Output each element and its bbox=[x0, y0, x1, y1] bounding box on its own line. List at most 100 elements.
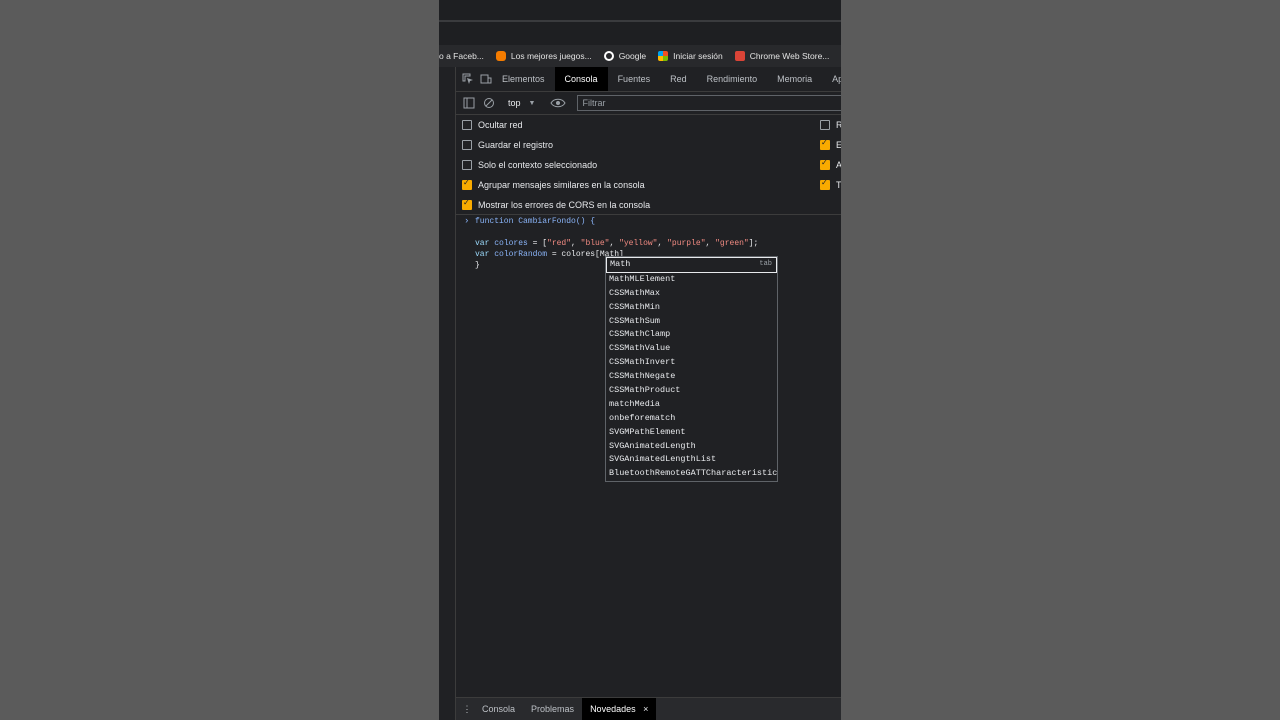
drawer-tabs: ⋮ Consola Problemas Novedades × bbox=[456, 697, 841, 720]
setting-label: R bbox=[836, 120, 841, 130]
autocomplete-item[interactable]: CSSMathClamp bbox=[606, 328, 777, 342]
setting-label: E bbox=[836, 140, 841, 150]
autocomplete-item[interactable]: CSSMathValue bbox=[606, 342, 777, 356]
code-string: "red" bbox=[547, 239, 572, 248]
bookmark-chrome-web-store[interactable]: Chrome Web Store... bbox=[734, 51, 830, 61]
code-line-colores: var colores = ["red", "blue", "yellow", … bbox=[475, 239, 759, 248]
drawer-tab-novedades[interactable]: Novedades × bbox=[582, 698, 657, 720]
autocomplete-item[interactable]: onbeforematch bbox=[606, 412, 777, 426]
drawer-tab-consola[interactable]: Consola bbox=[474, 698, 523, 720]
bookmark-iniciar-sesion[interactable]: Iniciar sesión bbox=[658, 51, 723, 61]
context-selector[interactable]: top ▼ bbox=[508, 98, 535, 108]
autocomplete-item[interactable]: MathMLElement bbox=[606, 273, 777, 287]
checkbox[interactable] bbox=[820, 138, 830, 150]
browser-top-area bbox=[439, 0, 841, 45]
autocomplete-item[interactable]: SVGAnimatedLength bbox=[606, 440, 777, 454]
tab-consola[interactable]: Consola bbox=[554, 67, 608, 91]
phone-screen: o a Faceb... Los mejores juegos... Googl… bbox=[439, 0, 841, 720]
eye-icon[interactable] bbox=[549, 96, 567, 110]
code-keyword: var bbox=[475, 250, 490, 259]
code-string: "purple" bbox=[667, 239, 706, 248]
code-string: "green" bbox=[715, 239, 749, 248]
device-toolbar-icon[interactable] bbox=[480, 72, 492, 86]
code-line-function: function CambiarFondo() { bbox=[475, 217, 596, 226]
tab-rendimiento[interactable]: Rendimiento bbox=[697, 67, 768, 91]
checkbox[interactable] bbox=[820, 120, 830, 130]
setting-right-1[interactable]: R bbox=[820, 120, 841, 130]
checkbox[interactable] bbox=[462, 140, 472, 150]
autocomplete-item[interactable]: BluetoothRemoteGATTCharacteristic bbox=[606, 467, 777, 481]
code-string: "yellow" bbox=[619, 239, 658, 248]
devtools-panel: Elementos Consola Fuentes Red Rendimient… bbox=[455, 67, 841, 720]
autocomplete-item-label: Math bbox=[610, 259, 631, 269]
close-icon[interactable]: × bbox=[643, 704, 648, 714]
bookmark-label: Los mejores juegos... bbox=[510, 51, 592, 61]
background-right bbox=[841, 0, 1280, 720]
clear-console-icon[interactable] bbox=[482, 96, 496, 110]
autocomplete-item[interactable]: SVGMPathElement bbox=[606, 426, 777, 440]
tab-red[interactable]: Red bbox=[660, 67, 697, 91]
autocomplete-dropdown: Math tab MathMLElement CSSMathMax CSSMat… bbox=[605, 256, 778, 483]
checkbox[interactable] bbox=[462, 160, 472, 170]
google-icon bbox=[603, 51, 614, 61]
inspect-element-icon[interactable] bbox=[462, 72, 474, 86]
checkbox[interactable] bbox=[820, 178, 830, 190]
setting-guardar-registro[interactable]: Guardar el registro bbox=[462, 140, 553, 150]
chrome-web-store-icon bbox=[734, 51, 745, 61]
bookmark-label: Iniciar sesión bbox=[673, 51, 723, 61]
code-text: = [ bbox=[527, 239, 548, 248]
setting-label: A bbox=[836, 160, 841, 170]
devtools-tabs: Elementos Consola Fuentes Red Rendimient… bbox=[456, 67, 841, 92]
setting-right-4[interactable]: T bbox=[820, 178, 841, 190]
code-keyword: var bbox=[475, 239, 490, 248]
setting-right-3[interactable]: A bbox=[820, 158, 841, 170]
code-line-close: } bbox=[475, 261, 480, 270]
tab-elementos[interactable]: Elementos bbox=[492, 67, 555, 91]
setting-errores-cors[interactable]: Mostrar los errores de CORS en la consol… bbox=[462, 198, 651, 210]
bookmark-label: o a Faceb... bbox=[439, 51, 484, 61]
setting-ocultar-red[interactable]: Ocultar red bbox=[462, 120, 523, 130]
code-variable: colores bbox=[494, 239, 528, 248]
filter-input[interactable]: Filtrar bbox=[577, 95, 841, 111]
setting-solo-contexto[interactable]: Solo el contexto seleccionado bbox=[462, 160, 597, 170]
setting-label: Solo el contexto seleccionado bbox=[478, 160, 598, 170]
tab-fuentes[interactable]: Fuentes bbox=[608, 67, 661, 91]
console-toolbar: top ▼ Filtrar bbox=[456, 92, 841, 115]
autocomplete-item[interactable]: CSSMathProduct bbox=[606, 384, 777, 398]
sidebar-toggle-icon[interactable] bbox=[462, 96, 476, 110]
drawer-tab-problemas[interactable]: Problemas bbox=[523, 698, 582, 720]
background-left bbox=[0, 0, 439, 720]
more-options-icon[interactable]: ⋮ bbox=[460, 704, 474, 715]
setting-right-2[interactable]: E bbox=[820, 138, 841, 150]
bookmark-facebook[interactable]: o a Faceb... bbox=[439, 51, 484, 61]
autocomplete-item[interactable]: SVGAnimatedLengthList bbox=[606, 453, 777, 467]
code-string: "blue" bbox=[580, 239, 610, 248]
tab-hint: tab bbox=[759, 260, 772, 268]
chevron-right-icon: › bbox=[464, 216, 470, 226]
autocomplete-item[interactable]: CSSMathMin bbox=[606, 301, 777, 315]
autocomplete-item[interactable]: CSSMathMax bbox=[606, 287, 777, 301]
context-label: top bbox=[508, 98, 521, 108]
checkbox[interactable] bbox=[820, 158, 830, 170]
autocomplete-item[interactable]: matchMedia bbox=[606, 398, 777, 412]
setting-label: Mostrar los errores de CORS en la consol… bbox=[478, 200, 651, 210]
checkbox[interactable] bbox=[462, 178, 472, 190]
bookmark-google[interactable]: Google bbox=[603, 51, 646, 61]
checkbox[interactable] bbox=[462, 120, 472, 130]
autocomplete-item[interactable]: Math tab bbox=[606, 257, 777, 273]
blogger-icon bbox=[495, 51, 506, 61]
autocomplete-item[interactable]: CSSMathNegate bbox=[606, 370, 777, 384]
autocomplete-item[interactable]: CSSMathInvert bbox=[606, 356, 777, 370]
console-input-area[interactable]: › function CambiarFondo() { var colores … bbox=[456, 213, 841, 697]
autocomplete-item[interactable]: CSSMathSum bbox=[606, 315, 777, 329]
code-line-colorrandom: var colorRandom = colores[Math] bbox=[475, 250, 624, 259]
drawer-tab-label: Novedades bbox=[590, 704, 636, 714]
setting-agrupar-mensajes[interactable]: Agrupar mensajes similares en la consola bbox=[462, 178, 645, 190]
tab-aplicacion[interactable]: Ap bbox=[822, 67, 841, 91]
setting-label: T bbox=[836, 180, 841, 190]
microsoft-icon bbox=[658, 51, 669, 61]
bookmark-label: Chrome Web Store... bbox=[749, 51, 830, 61]
bookmark-juegos[interactable]: Los mejores juegos... bbox=[495, 51, 592, 61]
checkbox[interactable] bbox=[462, 198, 472, 210]
tab-memoria[interactable]: Memoria bbox=[767, 67, 822, 91]
